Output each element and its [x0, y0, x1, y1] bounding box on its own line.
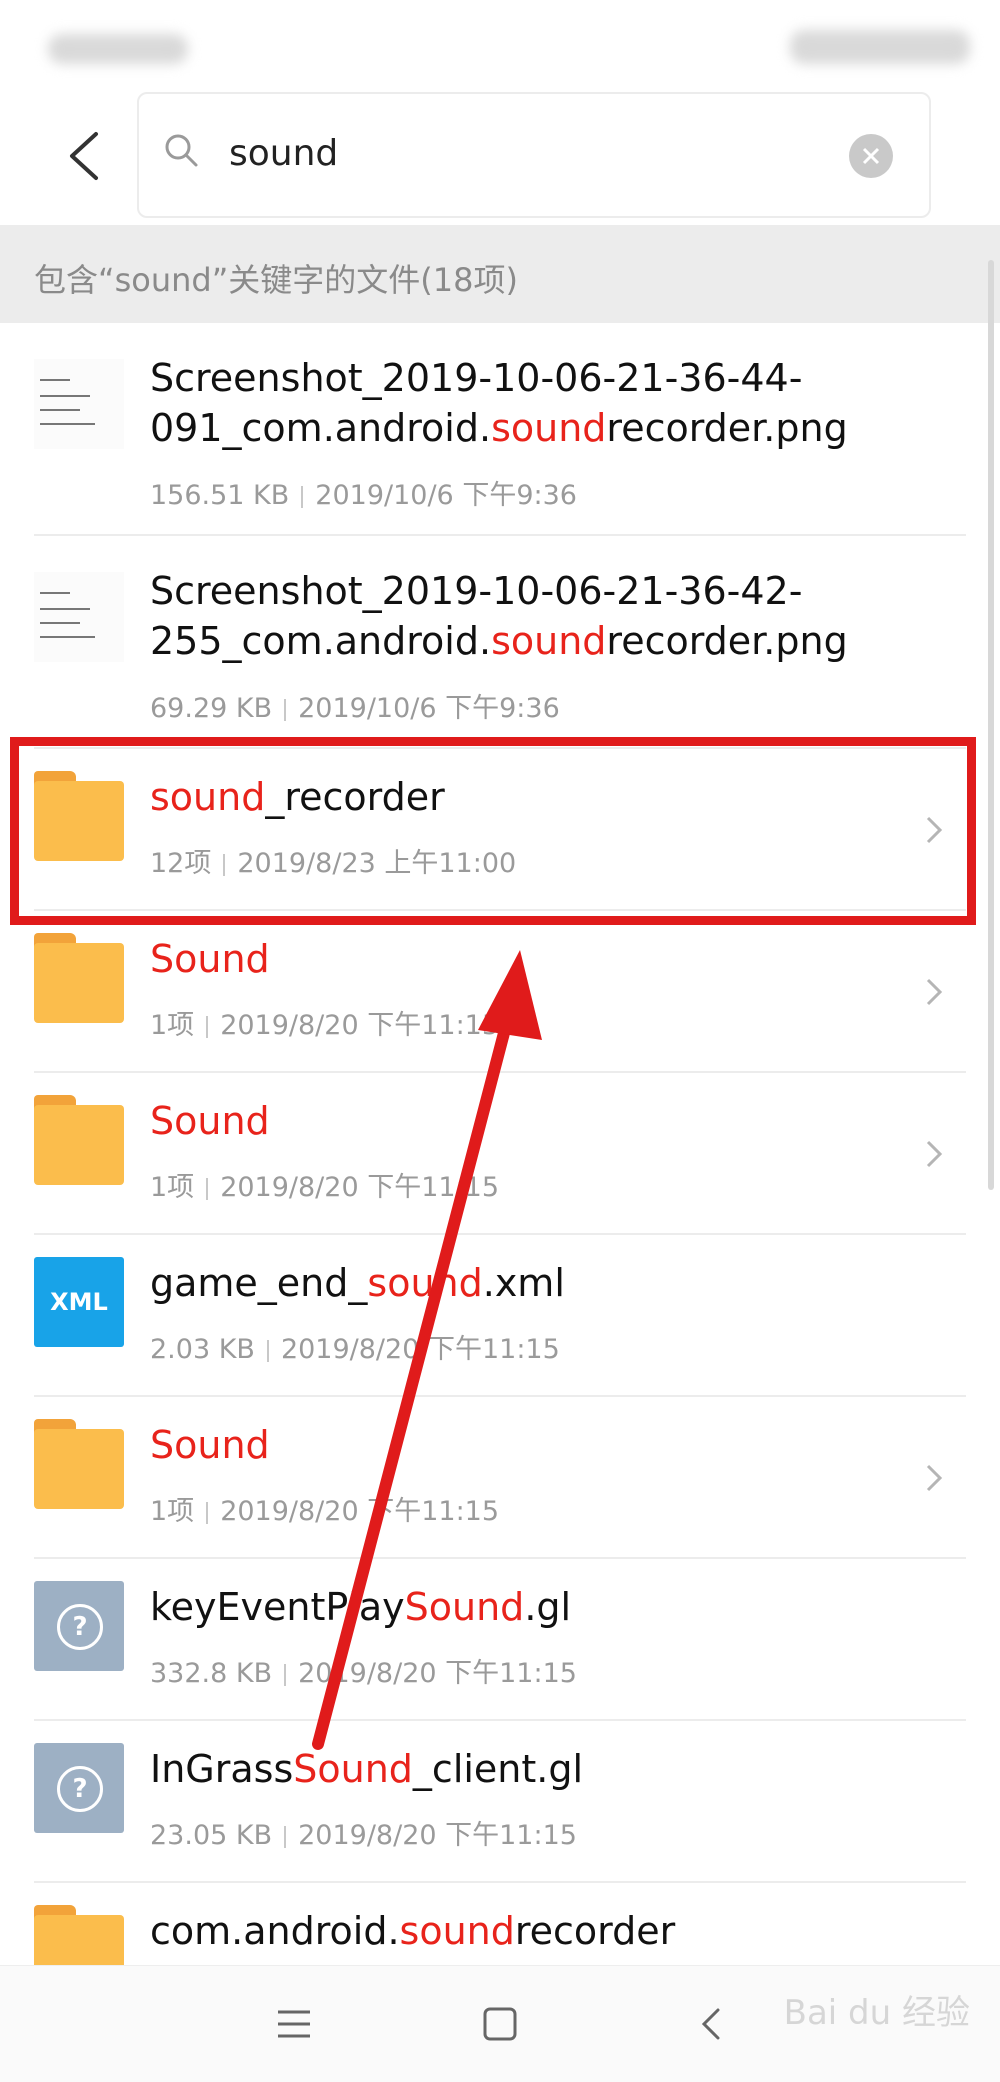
file-name-part: InGrass: [150, 1747, 294, 1791]
file-date: 2019/8/20 下午11:15: [220, 1010, 500, 1041]
status-bar: [0, 0, 1000, 90]
file-size: 156.51 KB: [150, 480, 290, 511]
file-size: 1项: [150, 1496, 195, 1527]
file-row[interactable]: Screenshot_2019-10-06-21-36-44-091_com.a…: [0, 323, 1000, 536]
file-date: 2019/10/6 下午9:36: [315, 480, 577, 511]
file-date: 2019/8/20 下午11:15: [220, 1172, 500, 1203]
unknown-file-icon: ?: [34, 1743, 124, 1833]
file-meta: 1项 2019/8/20 下午11:15: [150, 1003, 499, 1042]
file-row[interactable]: ? InGrassSound_client.gl 23.05 KB 2019/8/20…: [0, 1721, 1000, 1883]
watermark: Bai du 经验: [783, 1993, 970, 2033]
file-row[interactable]: Screenshot_2019-10-06-21-36-42-255_com.a…: [0, 536, 1000, 749]
folder-row[interactable]: Sound 1项 2019/8/20 下午11:15: [0, 911, 1000, 1073]
meta-divider: [284, 698, 287, 721]
clear-search-icon[interactable]: [849, 134, 893, 178]
file-name-part: recorder.png: [606, 406, 848, 450]
file-size: 1项: [150, 1172, 195, 1203]
chevron-right-icon: [926, 1464, 943, 1492]
file-name-part: game_end_: [150, 1261, 368, 1305]
file-name-part: com.android.: [150, 1909, 400, 1953]
file-date: 2019/10/6 下午9:36: [298, 693, 560, 724]
file-meta: 1项 2019/8/20 下午11:15: [150, 1489, 499, 1528]
file-size: 23.05 KB: [150, 1820, 273, 1851]
file-name-part: recorder: [514, 1909, 676, 1953]
search-input[interactable]: [227, 122, 831, 184]
file-name: game_end_sound.xml: [150, 1261, 565, 1305]
chevron-right-icon: [926, 1140, 943, 1168]
file-name-match: Sound: [404, 1585, 525, 1629]
file-name-part: recorder.png: [606, 619, 848, 663]
file-meta: 2.03 KB 2019/8/20 下午11:15: [150, 1327, 560, 1366]
image-thumbnail: [34, 359, 124, 449]
results-header: 包含“sound”关键字的文件(18项): [0, 225, 1000, 323]
file-date: 2019/8/20 下午11:15: [298, 1820, 577, 1851]
meta-divider: [284, 1663, 287, 1686]
file-name-match: Sound: [293, 1747, 413, 1791]
file-name-part: .gl: [524, 1585, 572, 1629]
folder-row[interactable]: Sound 1项 2019/8/20 下午11:15: [0, 1397, 1000, 1559]
search-box: [137, 92, 931, 218]
chevron-right-icon: [926, 978, 943, 1006]
meta-divider: [206, 1015, 209, 1038]
annotation-highlight-box: [10, 737, 976, 925]
status-time-blurred: [48, 34, 188, 64]
file-name: Sound: [150, 1423, 270, 1467]
file-name-match: sound: [491, 406, 607, 450]
file-meta: 332.8 KB 2019/8/20 下午11:15: [150, 1651, 577, 1690]
back-arrow-icon[interactable]: [56, 126, 116, 186]
file-name: InGrassSound_client.gl: [150, 1747, 583, 1791]
file-name: Sound: [150, 937, 270, 981]
search-icon: [165, 134, 198, 167]
file-name-match: Sound: [150, 1099, 270, 1143]
meta-divider: [206, 1501, 209, 1524]
file-meta: 156.51 KB 2019/10/6 下午9:36: [150, 473, 577, 512]
unknown-file-icon: ?: [34, 1581, 124, 1671]
file-date: 2019/8/20 下午11:15: [298, 1658, 577, 1689]
file-name: com.android.soundrecorder: [150, 1909, 675, 1953]
meta-divider: [206, 1177, 209, 1200]
file-size: 1项: [150, 1010, 195, 1041]
scrollbar[interactable]: [988, 260, 994, 1190]
file-name-part: keyEventPlay: [150, 1585, 405, 1629]
xml-badge: XML: [34, 1257, 124, 1347]
file-date: 2019/8/20 下午11:15: [280, 1334, 560, 1365]
file-name-part: _client.gl: [412, 1747, 584, 1791]
folder-icon: [34, 933, 124, 1023]
meta-divider: [301, 485, 304, 508]
folder-icon: [34, 1095, 124, 1185]
file-size: 332.8 KB: [150, 1658, 273, 1689]
file-name: Screenshot_2019-10-06-21-36-44-091_com.a…: [150, 353, 910, 453]
file-name: keyEventPlaySound.gl: [150, 1585, 571, 1629]
file-row[interactable]: ? keyEventPlaySound.gl 332.8 KB 2019/8/20 下…: [0, 1559, 1000, 1721]
menu-icon[interactable]: [272, 2002, 316, 2046]
file-name-match: sound: [367, 1261, 483, 1305]
file-row[interactable]: XML game_end_sound.xml 2.03 KB 2019/8/20 下午…: [0, 1235, 1000, 1397]
file-name-match: sound: [399, 1909, 515, 1953]
search-toolbar: [0, 90, 1000, 225]
file-size: 69.29 KB: [150, 693, 273, 724]
file-meta: 69.29 KB 2019/10/6 下午9:36: [150, 686, 560, 725]
status-icons-blurred: [790, 30, 970, 64]
file-name: Sound: [150, 1099, 270, 1143]
nav-back-icon[interactable]: [690, 2002, 734, 2046]
file-date: 2019/8/20 下午11:15: [220, 1496, 500, 1527]
file-meta: 23.05 KB 2019/8/20 下午11:15: [150, 1813, 577, 1852]
file-name-part: .xml: [482, 1261, 565, 1305]
file-name-match: Sound: [150, 937, 270, 981]
file-meta: 1项 2019/8/20 下午11:15: [150, 1165, 499, 1204]
file-name-match: Sound: [150, 1423, 270, 1467]
image-thumbnail: [34, 572, 124, 662]
folder-icon: [34, 1419, 124, 1509]
xml-file-icon: XML: [34, 1257, 124, 1347]
folder-row[interactable]: Sound 1项 2019/8/20 下午11:15: [0, 1073, 1000, 1235]
meta-divider: [266, 1339, 269, 1362]
meta-divider: [284, 1825, 287, 1848]
file-size: 2.03 KB: [150, 1334, 255, 1365]
results-count-label: 包含“sound”关键字的文件(18项): [34, 261, 518, 299]
file-name-match: sound: [491, 619, 607, 663]
file-name: Screenshot_2019-10-06-21-36-42-255_com.a…: [150, 566, 910, 666]
home-icon[interactable]: [478, 2002, 522, 2046]
